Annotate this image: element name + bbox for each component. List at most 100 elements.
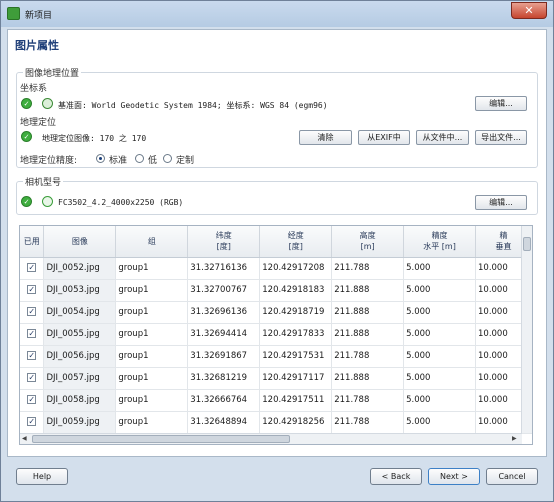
used-cell[interactable]: ✓ — [20, 279, 45, 302]
used-checkbox[interactable]: ✓ — [27, 263, 37, 272]
table-row[interactable]: ✓ DJI_0054.jpg group1 31.32696136 120.429187… — [20, 301, 532, 324]
used-checkbox[interactable]: ✓ — [27, 285, 37, 294]
table-row[interactable]: ✓ DJI_0055.jpg group1 31.32694414 120.429178… — [20, 323, 532, 346]
cell-lat[interactable]: 31.32648894 — [187, 411, 261, 434]
used-cell[interactable]: ✓ — [20, 345, 45, 368]
cell-alt[interactable]: 211.888 — [331, 301, 405, 324]
column-header[interactable]: 组 — [115, 226, 189, 258]
cell-image[interactable]: DJI_0055.jpg — [43, 323, 117, 346]
cell-alt[interactable]: 211.888 — [331, 279, 405, 302]
table-row[interactable]: ✓ DJI_0057.jpg group1 31.32681219 120.429171… — [20, 367, 532, 390]
back-button[interactable]: < Back — [370, 468, 422, 485]
vertical-scroll-thumb[interactable] — [523, 237, 531, 251]
cell-alt[interactable]: 211.788 — [331, 389, 405, 412]
cell-group[interactable]: group1 — [115, 345, 189, 368]
cell-h-acc[interactable]: 5.000 — [403, 389, 476, 412]
from-file-button[interactable]: 从文件中... — [416, 130, 469, 145]
next-button[interactable]: Next > — [428, 468, 480, 485]
cell-lat[interactable]: 31.32696136 — [187, 301, 261, 324]
cell-alt[interactable]: 211.788 — [331, 411, 405, 434]
cell-lon[interactable]: 120.42918183 — [259, 279, 333, 302]
column-header[interactable]: 已用 — [20, 226, 45, 258]
column-header[interactable]: 精度 水平 [m] — [403, 226, 476, 258]
cell-alt[interactable]: 211.788 — [331, 257, 405, 280]
cell-lat[interactable]: 31.32716136 — [187, 257, 261, 280]
used-checkbox[interactable]: ✓ — [27, 351, 37, 360]
used-checkbox[interactable]: ✓ — [27, 373, 37, 382]
cell-group[interactable]: group1 — [115, 323, 189, 346]
cell-group[interactable]: group1 — [115, 257, 189, 280]
edit-coordinate-system-button[interactable]: 编辑... — [475, 96, 527, 111]
cell-image[interactable]: DJI_0053.jpg — [43, 279, 117, 302]
table-row[interactable]: ✓ DJI_0059.jpg group1 31.32648894 120.429182… — [20, 411, 532, 434]
cell-h-acc[interactable]: 5.000 — [403, 301, 476, 324]
cell-lat[interactable]: 31.32666764 — [187, 389, 261, 412]
cell-h-acc[interactable]: 5.000 — [403, 323, 476, 346]
accuracy-low-radio[interactable] — [135, 154, 144, 163]
table-row[interactable]: ✓ DJI_0056.jpg group1 31.32691867 120.429175… — [20, 345, 532, 368]
cell-group[interactable]: group1 — [115, 367, 189, 390]
table-row[interactable]: ✓ DJI_0053.jpg group1 31.32700767 120.429181… — [20, 279, 532, 302]
cell-lon[interactable]: 120.42917833 — [259, 323, 333, 346]
cell-image[interactable]: DJI_0056.jpg — [43, 345, 117, 368]
cell-lat[interactable]: 31.32681219 — [187, 367, 261, 390]
cell-group[interactable]: group1 — [115, 301, 189, 324]
from-exif-button[interactable]: 从EXIF中 — [358, 130, 410, 145]
clear-button[interactable]: 清除 — [299, 130, 352, 145]
cell-image[interactable]: DJI_0052.jpg — [43, 257, 117, 280]
horizontal-scrollbar[interactable]: ◀ ▶ — [20, 433, 522, 444]
cell-h-acc[interactable]: 5.000 — [403, 411, 476, 434]
used-checkbox[interactable]: ✓ — [27, 417, 37, 426]
used-checkbox[interactable]: ✓ — [27, 307, 37, 316]
cell-image[interactable]: DJI_0057.jpg — [43, 367, 117, 390]
scroll-left-icon[interactable]: ◀ — [22, 435, 27, 442]
used-cell[interactable]: ✓ — [20, 367, 45, 390]
cell-h-acc[interactable]: 5.000 — [403, 279, 476, 302]
cell-group[interactable]: group1 — [115, 279, 189, 302]
cell-alt[interactable]: 211.888 — [331, 367, 405, 390]
cell-lat[interactable]: 31.32691867 — [187, 345, 261, 368]
cell-image[interactable]: DJI_0054.jpg — [43, 301, 117, 324]
cell-lon[interactable]: 120.42917531 — [259, 345, 333, 368]
cell-image[interactable]: DJI_0059.jpg — [43, 411, 117, 434]
cell-lon[interactable]: 120.42917511 — [259, 389, 333, 412]
cell-image[interactable]: DJI_0058.jpg — [43, 389, 117, 412]
used-cell[interactable]: ✓ — [20, 389, 45, 412]
cell-group[interactable]: group1 — [115, 411, 189, 434]
cell-lon[interactable]: 120.42917117 — [259, 367, 333, 390]
export-file-button[interactable]: 导出文件... — [475, 130, 527, 145]
used-cell[interactable]: ✓ — [20, 411, 45, 434]
cell-alt[interactable]: 211.788 — [331, 345, 405, 368]
cell-h-acc[interactable]: 5.000 — [403, 345, 476, 368]
column-header[interactable]: 纬度 [度] — [187, 226, 261, 258]
table-row[interactable]: ✓ DJI_0052.jpg group1 31.32716136 120.429172… — [20, 257, 532, 280]
horizontal-scroll-thumb[interactable] — [32, 435, 290, 443]
cell-lon[interactable]: 120.42917208 — [259, 257, 333, 280]
close-button[interactable]: ✕ — [511, 2, 547, 19]
coordinate-system-label: 坐标系 — [20, 84, 48, 94]
cell-h-acc[interactable]: 5.000 — [403, 257, 476, 280]
cell-lon[interactable]: 120.42918719 — [259, 301, 333, 324]
vertical-scrollbar[interactable] — [521, 226, 532, 433]
table-row[interactable]: ✓ DJI_0058.jpg group1 31.32666764 120.429175… — [20, 389, 532, 412]
edit-camera-button[interactable]: 编辑... — [475, 195, 527, 210]
cancel-button[interactable]: Cancel — [486, 468, 538, 485]
cell-h-acc[interactable]: 5.000 — [403, 367, 476, 390]
used-checkbox[interactable]: ✓ — [27, 395, 37, 404]
help-button[interactable]: Help — [16, 468, 68, 485]
used-checkbox[interactable]: ✓ — [27, 329, 37, 338]
accuracy-custom-radio[interactable] — [163, 154, 172, 163]
cell-lat[interactable]: 31.32694414 — [187, 323, 261, 346]
scroll-right-icon[interactable]: ▶ — [512, 435, 517, 442]
used-cell[interactable]: ✓ — [20, 301, 45, 324]
column-header[interactable]: 经度 [度] — [259, 226, 333, 258]
accuracy-standard-radio[interactable] — [96, 154, 105, 163]
column-header[interactable]: 图像 — [43, 226, 117, 258]
cell-lon[interactable]: 120.42918256 — [259, 411, 333, 434]
cell-alt[interactable]: 211.888 — [331, 323, 405, 346]
column-header[interactable]: 高度 [m] — [331, 226, 405, 258]
used-cell[interactable]: ✓ — [20, 323, 45, 346]
used-cell[interactable]: ✓ — [20, 257, 45, 280]
cell-lat[interactable]: 31.32700767 — [187, 279, 261, 302]
cell-group[interactable]: group1 — [115, 389, 189, 412]
